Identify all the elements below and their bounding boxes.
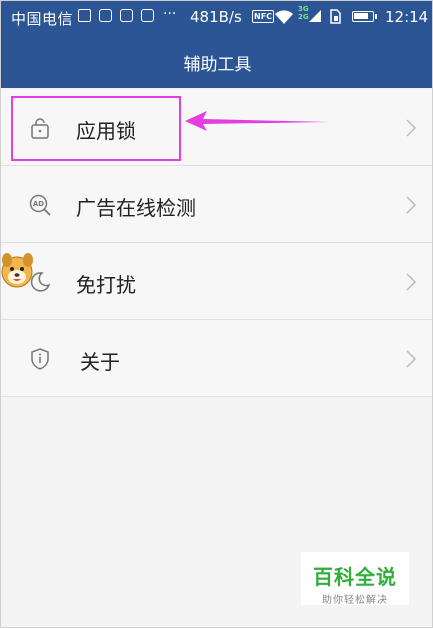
app-notification-icon bbox=[99, 9, 112, 22]
network-speed: 481B/s bbox=[190, 8, 242, 26]
screen: 中国电信 ··· 481B/s NFC 3G 2G 12:14 辅助工具 应用锁… bbox=[0, 0, 433, 628]
annotation-highlight-box bbox=[11, 96, 181, 161]
annotation-arrow-icon bbox=[185, 111, 329, 131]
mascot-icon bbox=[1, 253, 33, 288]
wifi-icon bbox=[275, 10, 293, 24]
clock: 12:14 bbox=[385, 8, 429, 26]
app-notification-icon bbox=[120, 9, 133, 22]
menu-item-about[interactable]: 关于 bbox=[1, 320, 432, 397]
page-title: 辅助工具 bbox=[183, 55, 252, 75]
chevron-right-icon bbox=[406, 350, 417, 368]
watermark-logo: 百科全说 助你轻松解决 bbox=[301, 552, 409, 606]
sim-icon bbox=[330, 9, 341, 24]
menu-item-ad-detection[interactable]: AD 广告在线检测 bbox=[1, 166, 432, 243]
chevron-right-icon bbox=[406, 119, 417, 137]
shield-info-icon bbox=[31, 348, 49, 370]
status-bar: 中国电信 ··· 481B/s NFC 3G 2G 12:14 bbox=[1, 1, 432, 34]
app-bar: 辅助工具 bbox=[1, 34, 432, 88]
ad-detect-icon: AD bbox=[29, 194, 51, 216]
signal-icon bbox=[309, 10, 321, 22]
battery-icon bbox=[352, 11, 377, 22]
more-notifications-icon: ··· bbox=[163, 6, 177, 22]
watermark-title: 百科全说 bbox=[313, 565, 397, 589]
menu-item-do-not-disturb[interactable]: 免打扰 bbox=[1, 243, 432, 320]
chevron-right-icon bbox=[406, 196, 417, 214]
chevron-right-icon bbox=[406, 273, 417, 291]
menu-item-label: 关于 bbox=[80, 350, 120, 374]
image-notification-icon bbox=[78, 9, 91, 22]
svg-text:AD: AD bbox=[33, 200, 44, 208]
nfc-icon: NFC bbox=[252, 10, 275, 23]
watermark-subtitle: 助你轻松解决 bbox=[322, 595, 388, 606]
menu-item-label: 免打扰 bbox=[76, 273, 136, 297]
carrier-label: 中国电信 bbox=[11, 10, 74, 28]
menu-item-label: 广告在线检测 bbox=[76, 196, 196, 220]
app-notification-icon bbox=[141, 9, 154, 22]
